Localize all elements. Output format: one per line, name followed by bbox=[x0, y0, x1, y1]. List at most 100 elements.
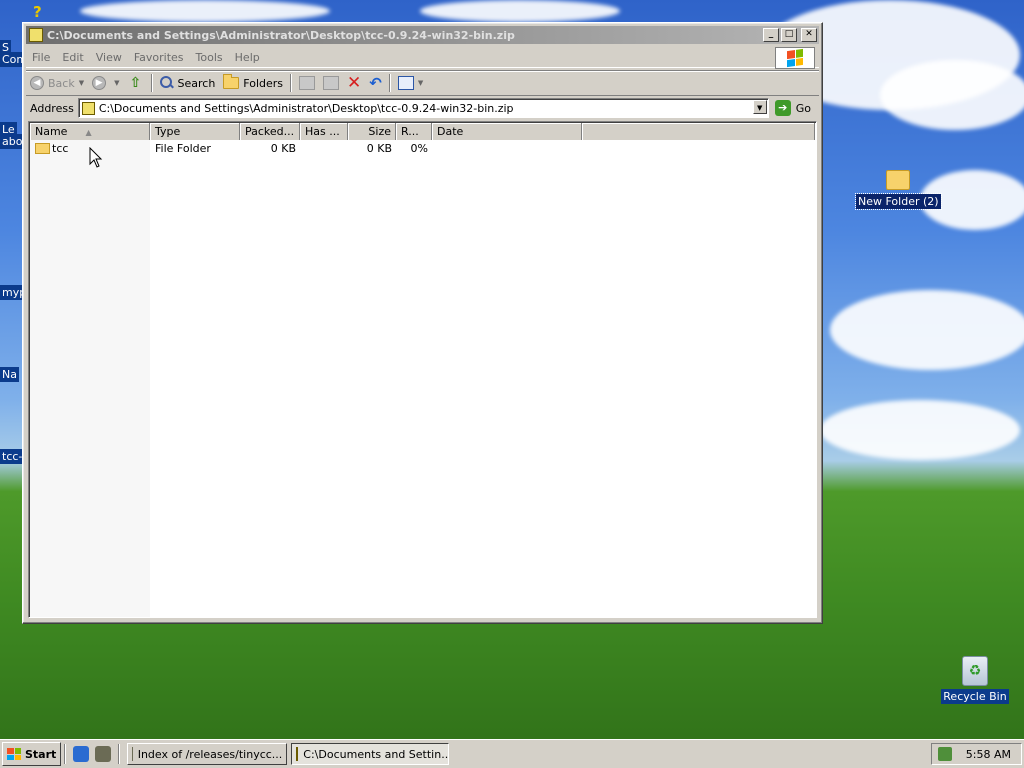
delete-icon: ✕ bbox=[347, 73, 362, 93]
search-icon bbox=[159, 76, 174, 90]
sorted-column-highlight bbox=[30, 140, 150, 617]
taskbar-separator bbox=[64, 744, 67, 764]
file-list[interactable]: Name ▲ Type Packed... Has ... Size R... D… bbox=[28, 121, 817, 618]
clock[interactable]: 5:58 AM bbox=[966, 748, 1011, 761]
go-arrow-icon: ➔ bbox=[774, 100, 791, 116]
go-label: Go bbox=[795, 101, 811, 115]
column-header-has[interactable]: Has ... bbox=[300, 123, 348, 140]
table-row[interactable]: tcc File Folder 0 KB 0 KB 0% bbox=[30, 141, 582, 157]
cell-packed: 0 KB bbox=[270, 142, 296, 155]
start-label: Start bbox=[25, 747, 57, 761]
system-tray: 5:58 AM bbox=[930, 743, 1022, 765]
close-button[interactable]: ✕ bbox=[801, 28, 817, 42]
desktop-icon-new-folder[interactable]: New Folder (2) bbox=[855, 170, 942, 210]
menu-tools[interactable]: Tools bbox=[190, 51, 229, 64]
windows-flag-icon bbox=[787, 48, 803, 68]
back-arrow-icon: ◀ bbox=[30, 76, 44, 90]
desktop-icon-label[interactable]: Na bbox=[0, 367, 19, 382]
back-label: Back bbox=[48, 76, 75, 90]
internet-explorer-icon[interactable] bbox=[73, 746, 90, 762]
views-button[interactable]: ▼ bbox=[394, 72, 427, 94]
menu-view[interactable]: View bbox=[90, 51, 128, 64]
cloud bbox=[420, 0, 620, 22]
network-icon[interactable] bbox=[937, 747, 952, 761]
menu-favorites[interactable]: Favorites bbox=[128, 51, 190, 64]
address-field[interactable]: C:\Documents and Settings\Administrator\… bbox=[77, 98, 769, 118]
cell-size: 0 KB bbox=[366, 142, 392, 155]
new-folder-rename-field[interactable]: New Folder (2) bbox=[855, 193, 942, 210]
sort-ascending-icon: ▲ bbox=[85, 128, 92, 137]
minimize-button[interactable]: _ bbox=[763, 28, 779, 42]
zip-folder-icon bbox=[296, 747, 299, 761]
desktop-icon-label[interactable]: abo bbox=[0, 134, 25, 149]
desktop-icon-recycle-bin[interactable]: ♻ Recycle Bin bbox=[940, 656, 1010, 704]
delete-button[interactable]: ✕ bbox=[343, 72, 365, 94]
move-to-button[interactable] bbox=[295, 72, 319, 94]
up-folder-button[interactable]: ⇧ bbox=[124, 72, 148, 94]
copy-to-icon bbox=[323, 76, 340, 90]
toolbar-separator bbox=[388, 74, 391, 92]
views-icon bbox=[397, 76, 414, 90]
column-header-ratio[interactable]: R... bbox=[396, 123, 432, 140]
up-folder-icon: ⇧ bbox=[129, 75, 142, 91]
address-bar: Address C:\Documents and Settings\Admini… bbox=[26, 96, 819, 120]
task-label: Index of /releases/tinycc... bbox=[137, 747, 283, 761]
back-dropdown-icon[interactable]: ▼ bbox=[79, 79, 84, 87]
column-header-date[interactable]: Date bbox=[432, 123, 582, 140]
address-dropdown-icon[interactable]: ▼ bbox=[752, 100, 767, 114]
task-button-browser[interactable]: Index of /releases/tinycc... bbox=[127, 743, 288, 765]
cell-ratio: 0% bbox=[410, 142, 428, 155]
forward-arrow-icon: ▶ bbox=[92, 76, 107, 90]
folders-button[interactable]: Folders bbox=[219, 72, 287, 94]
title-bar[interactable]: C:\Documents and Settings\Administrator\… bbox=[26, 26, 819, 44]
windows-logo bbox=[775, 47, 815, 69]
undo-button[interactable]: ↶ bbox=[365, 72, 386, 94]
folder-icon bbox=[886, 170, 910, 190]
column-header-empty bbox=[582, 123, 815, 140]
zip-folder-icon bbox=[81, 101, 95, 115]
cell-type: File Folder bbox=[155, 142, 211, 155]
column-header-size[interactable]: Size bbox=[348, 123, 396, 140]
folders-icon bbox=[223, 74, 240, 89]
search-button[interactable]: Search bbox=[156, 72, 220, 94]
go-button[interactable]: ➔ Go bbox=[774, 100, 811, 116]
taskbar: Start Index of /releases/tinycc... C:\Do… bbox=[0, 739, 1024, 768]
browser-icon[interactable] bbox=[95, 746, 112, 762]
forward-button[interactable]: ▶ ▼ bbox=[88, 72, 123, 94]
column-header-packed[interactable]: Packed... bbox=[240, 123, 300, 140]
move-to-icon bbox=[299, 76, 316, 90]
cell-date bbox=[432, 141, 582, 157]
recycle-bin-label: Recycle Bin bbox=[941, 689, 1009, 704]
taskbar-separator bbox=[118, 744, 121, 764]
start-button[interactable]: Start bbox=[2, 742, 62, 766]
menu-edit[interactable]: Edit bbox=[56, 51, 89, 64]
folder-icon bbox=[35, 142, 50, 154]
folders-label: Folders bbox=[243, 76, 284, 90]
cloud bbox=[80, 0, 330, 22]
column-header-name[interactable]: Name ▲ bbox=[30, 123, 150, 140]
address-label: Address bbox=[30, 101, 74, 115]
task-button-explorer[interactable]: C:\Documents and Settin... bbox=[291, 743, 450, 765]
undo-icon: ↶ bbox=[369, 74, 382, 92]
forward-dropdown-icon[interactable]: ▼ bbox=[114, 79, 119, 87]
maximize-button[interactable]: □ bbox=[781, 28, 797, 42]
cell-has bbox=[300, 141, 348, 157]
toolbar: ◀ Back ▼ ▶ ▼ ⇧ Search Folders ✕ ↶ ▼ bbox=[26, 70, 819, 96]
address-value[interactable]: C:\Documents and Settings\Administrator\… bbox=[99, 102, 514, 115]
desktop-icon-label[interactable]: tcc- bbox=[0, 449, 25, 464]
mouse-cursor-icon bbox=[89, 147, 103, 168]
back-button[interactable]: ◀ Back ▼ bbox=[26, 72, 88, 94]
help-icon[interactable]: ? bbox=[33, 4, 49, 20]
recycle-bin-icon: ♻ bbox=[962, 656, 988, 686]
zip-folder-icon bbox=[29, 28, 43, 42]
menu-file[interactable]: File bbox=[26, 51, 56, 64]
copy-to-button[interactable] bbox=[319, 72, 343, 94]
quick-launch bbox=[73, 746, 112, 762]
cloud bbox=[880, 60, 1024, 130]
column-header-type[interactable]: Type bbox=[150, 123, 240, 140]
menu-help[interactable]: Help bbox=[229, 51, 266, 64]
column-headers: Name ▲ Type Packed... Has ... Size R... D… bbox=[30, 123, 815, 140]
views-dropdown-icon[interactable]: ▼ bbox=[418, 79, 423, 87]
cloud bbox=[830, 290, 1024, 370]
cloud bbox=[820, 400, 1020, 460]
